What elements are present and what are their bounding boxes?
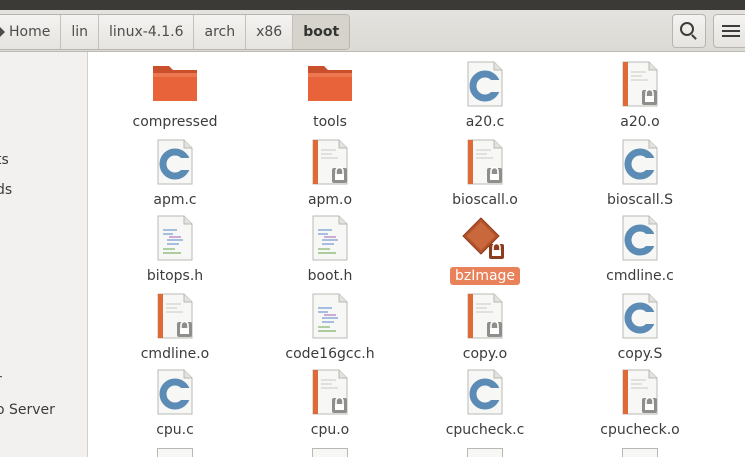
- next-row-peek: [88, 448, 745, 457]
- file-name-label: cmdline.o: [140, 346, 210, 362]
- file-name-label: cpucheck.o: [600, 422, 680, 438]
- object-file-icon: [616, 60, 664, 110]
- breadcrumb-arch[interactable]: arch: [194, 15, 247, 49]
- header-file-icon: [306, 214, 354, 264]
- file-name-label: bzImage: [449, 267, 521, 285]
- folder-icon: [306, 60, 354, 110]
- file-icon-partial: [157, 448, 193, 457]
- breadcrumb-boot[interactable]: boot: [293, 15, 350, 49]
- folder-icon: [151, 60, 199, 110]
- c-source-file-icon: [616, 292, 664, 342]
- file-name-label: bioscall.S: [606, 192, 674, 208]
- object-file-icon: [306, 138, 354, 188]
- file-name-label: cpu.c: [156, 422, 194, 438]
- c-source-file-icon: [461, 368, 509, 418]
- view-list-button[interactable]: [713, 14, 745, 48]
- file-item[interactable]: tools: [255, 60, 405, 136]
- file-icon-partial: [312, 448, 348, 457]
- c-source-file-icon: [151, 368, 199, 418]
- list-view-icon: [722, 25, 740, 37]
- file-name-label: bitops.h: [146, 268, 204, 284]
- window-top-edge: [0, 0, 745, 10]
- file-name-label: bioscall.o: [452, 192, 518, 208]
- file-icon-partial: [467, 448, 503, 457]
- breadcrumb-label: Home: [9, 24, 51, 40]
- file-name-label: copy.o: [462, 346, 508, 362]
- toolbar: Home lin linux-4.1.6 arch x86 boot: [0, 0, 745, 52]
- file-item[interactable]: copy.S: [565, 292, 715, 368]
- file-item[interactable]: cpucheck.c: [410, 368, 560, 444]
- file-item[interactable]: code16gcc.h: [255, 292, 405, 368]
- file-icon-partial: [622, 448, 658, 457]
- sidebar-item[interactable]: ts: [0, 152, 9, 168]
- file-name-label: tools: [313, 114, 347, 130]
- file-item[interactable]: bzImage: [410, 214, 560, 290]
- object-file-icon: [616, 368, 664, 418]
- header-file-icon: [306, 292, 354, 342]
- file-item[interactable]: a20.c: [410, 60, 560, 136]
- search-button[interactable]: [672, 14, 706, 48]
- file-item[interactable]: boot.h: [255, 214, 405, 290]
- file-name-label: apm.o: [307, 192, 353, 208]
- file-name-label: code16gcc.h: [285, 346, 375, 362]
- file-name-label: a20.c: [465, 114, 505, 130]
- file-item[interactable]: apm.c: [100, 138, 250, 214]
- file-name-label: copy.S: [617, 346, 663, 362]
- search-icon: [680, 22, 694, 36]
- file-item[interactable]: cpu.o: [255, 368, 405, 444]
- file-item[interactable]: cpu.c: [100, 368, 250, 444]
- object-file-icon: [151, 292, 199, 342]
- c-source-file-icon: [461, 60, 509, 110]
- file-name-label: a20.o: [620, 114, 660, 130]
- file-item[interactable]: bioscall.o: [410, 138, 560, 214]
- object-file-icon: [306, 368, 354, 418]
- sidebar: ts ds r o Server: [0, 52, 88, 457]
- c-source-file-icon: [151, 138, 199, 188]
- c-source-file-icon: [616, 138, 664, 188]
- breadcrumb-x86[interactable]: x86: [246, 15, 294, 49]
- file-item[interactable]: cpucheck.o: [565, 368, 715, 444]
- binary-file-icon: [461, 214, 509, 264]
- file-item[interactable]: bitops.h: [100, 214, 250, 290]
- file-name-label: compressed: [132, 114, 218, 130]
- file-name-label: cmdline.c: [606, 268, 674, 284]
- home-arrow-icon: [0, 26, 5, 38]
- sidebar-item[interactable]: r: [0, 372, 2, 388]
- file-item[interactable]: cmdline.c: [565, 214, 715, 290]
- breadcrumb-linux[interactable]: linux-4.1.6: [99, 15, 195, 49]
- breadcrumb-home[interactable]: Home: [0, 15, 62, 49]
- breadcrumb-lin[interactable]: lin: [61, 15, 99, 49]
- sidebar-item[interactable]: ds: [0, 182, 12, 198]
- file-item[interactable]: apm.o: [255, 138, 405, 214]
- sidebar-item-server[interactable]: o Server: [0, 402, 55, 418]
- file-name-label: cpu.o: [310, 422, 350, 438]
- breadcrumb: Home lin linux-4.1.6 arch x86 boot: [0, 14, 351, 50]
- file-name-label: apm.c: [153, 192, 197, 208]
- file-item[interactable]: bioscall.S: [565, 138, 715, 214]
- file-name-label: cpucheck.c: [445, 422, 525, 438]
- file-grid: compressed tools a20.c a20.o apm.c apm.o biosc…: [88, 52, 745, 457]
- object-file-icon: [461, 138, 509, 188]
- file-name-label: boot.h: [307, 268, 353, 284]
- c-source-file-icon: [616, 214, 664, 264]
- file-item[interactable]: a20.o: [565, 60, 715, 136]
- header-file-icon: [151, 214, 199, 264]
- file-item[interactable]: compressed: [100, 60, 250, 136]
- object-file-icon: [461, 292, 509, 342]
- file-item[interactable]: cmdline.o: [100, 292, 250, 368]
- file-item[interactable]: copy.o: [410, 292, 560, 368]
